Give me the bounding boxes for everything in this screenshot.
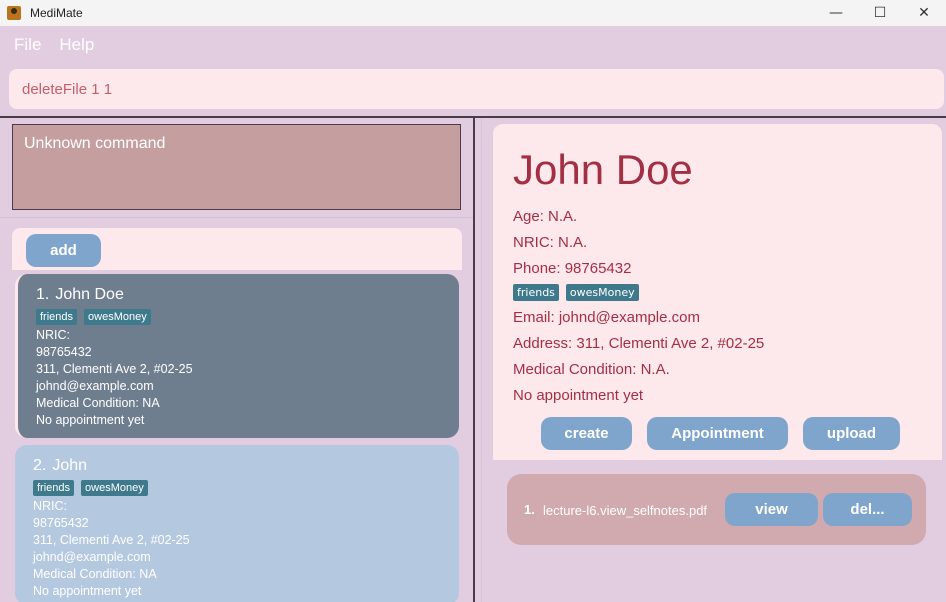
person-email: johnd@example.com bbox=[36, 379, 154, 393]
detail-phone: Phone: 98765432 bbox=[513, 260, 632, 277]
person-phone: 98765432 bbox=[36, 345, 92, 359]
detail-age: Age: N.A. bbox=[513, 208, 578, 225]
person-name: John Doe bbox=[55, 286, 124, 303]
person-tags: friends owesMoney bbox=[36, 309, 441, 325]
minimize-button[interactable]: — bbox=[814, 0, 858, 26]
menu-bar: File Help bbox=[0, 26, 946, 64]
delete-file-button[interactable]: del... bbox=[823, 493, 912, 526]
person-appointment: No appointment yet bbox=[33, 584, 142, 598]
detail-medical: Medical Condition: N.A. bbox=[513, 361, 670, 378]
menu-help[interactable]: Help bbox=[59, 35, 94, 55]
detail-address: Address: 311, Clementi Ave 2, #02-25 bbox=[513, 335, 765, 352]
window-title: MediMate bbox=[30, 6, 83, 20]
add-button[interactable]: add bbox=[26, 234, 101, 267]
window-controls: — ☐ ✕ bbox=[814, 0, 946, 26]
menu-file[interactable]: File bbox=[14, 35, 41, 55]
create-button[interactable]: create bbox=[541, 417, 632, 450]
maximize-button[interactable]: ☐ bbox=[858, 0, 902, 26]
divider bbox=[481, 118, 482, 602]
detail-name: John Doe bbox=[513, 146, 693, 193]
close-button[interactable]: ✕ bbox=[902, 0, 946, 26]
person-address: 311, Clementi Ave 2, #02-25 bbox=[36, 362, 193, 376]
result-text: Unknown command bbox=[24, 135, 166, 152]
person-address: 311, Clementi Ave 2, #02-25 bbox=[33, 533, 190, 547]
person-name-line: 1. John Doe bbox=[36, 286, 441, 304]
detail-tags: friends owesMoney bbox=[513, 284, 639, 301]
file-index: 1. bbox=[524, 502, 535, 517]
tag: friends bbox=[36, 309, 78, 325]
person-email: johnd@example.com bbox=[33, 550, 151, 564]
person-nric: NRIC: bbox=[33, 499, 68, 513]
person-phone: 98765432 bbox=[33, 516, 89, 530]
person-index: 2. bbox=[33, 457, 47, 474]
command-input[interactable]: deleteFile 1 1 bbox=[9, 69, 944, 109]
split-divider[interactable] bbox=[473, 118, 475, 602]
view-file-button[interactable]: view bbox=[725, 493, 818, 526]
person-medical: Medical Condition: NA bbox=[33, 567, 157, 581]
detail-appointment: No appointment yet bbox=[513, 387, 644, 404]
person-card-selected[interactable]: 1. John Doe friends owesMoney NRIC: 98765… bbox=[15, 274, 459, 438]
detail-email: Email: johnd@example.com bbox=[513, 309, 700, 326]
appointment-button[interactable]: Appointment bbox=[647, 417, 788, 450]
app-icon bbox=[7, 6, 21, 20]
person-index: 1. bbox=[36, 286, 50, 303]
person-medical: Medical Condition: NA bbox=[36, 396, 160, 410]
divider bbox=[0, 217, 473, 218]
person-appointment: No appointment yet bbox=[36, 413, 145, 427]
person-name: John bbox=[52, 457, 88, 474]
tag: friends bbox=[513, 284, 559, 301]
upload-button[interactable]: upload bbox=[803, 417, 900, 450]
command-input-value: deleteFile 1 1 bbox=[22, 80, 113, 98]
person-nric: NRIC: bbox=[36, 328, 71, 342]
title-bar: MediMate — ☐ ✕ bbox=[0, 0, 946, 26]
tag: friends bbox=[33, 480, 75, 496]
file-name: lecture-l6.view_selfnotes.pdf bbox=[543, 503, 708, 518]
detail-nric: NRIC: N.A. bbox=[513, 234, 588, 251]
person-card[interactable]: 2. John friends owesMoney NRIC: 98765432 … bbox=[15, 445, 459, 602]
result-display[interactable]: Unknown command bbox=[12, 124, 461, 210]
person-name-line: 2. John bbox=[33, 457, 441, 475]
person-tags: friends owesMoney bbox=[33, 480, 441, 496]
tag: owesMoney bbox=[81, 480, 148, 496]
tag: owesMoney bbox=[565, 284, 639, 301]
tag: owesMoney bbox=[84, 309, 151, 325]
person-detail-panel: John Doe Age: N.A. NRIC: N.A. Phone: 987… bbox=[493, 124, 942, 460]
